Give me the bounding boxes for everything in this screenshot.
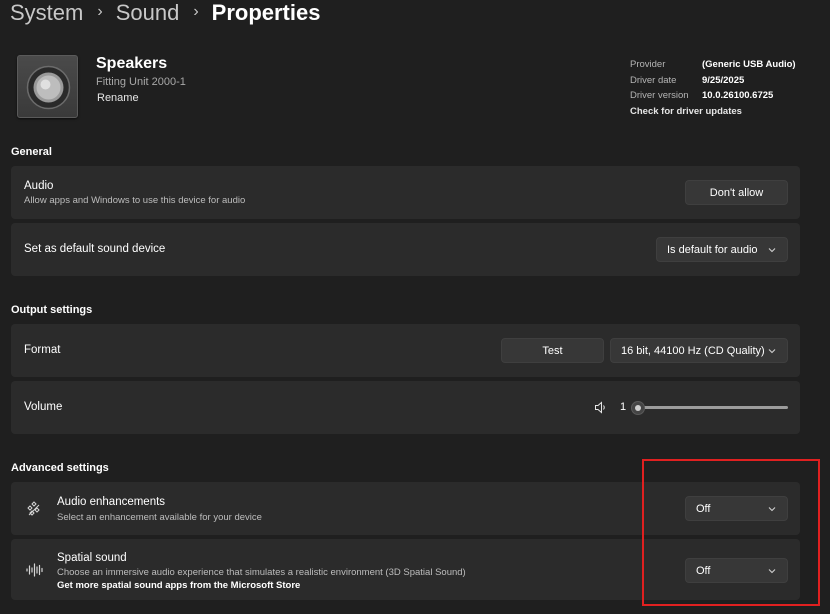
spatial-sound-card: Spatial sound Choose an immersive audio … [11,539,800,600]
spatial-sound-description: Choose an immersive audio experience tha… [57,567,466,578]
audio-description: Allow apps and Windows to use this devic… [24,195,246,206]
chevron-right-icon: › [97,3,103,20]
format-title: Format [24,344,61,356]
device-model: Fitting Unit 2000-1 [96,76,186,88]
volume-title: Volume [24,401,63,413]
chevron-down-icon [768,349,776,354]
audio-enhancements-value: Off [696,502,711,515]
enhancements-icon [27,501,40,516]
dont-allow-button[interactable]: Don't allow [685,180,788,205]
driver-version-value: 10.0.26100.6725 [702,90,774,102]
volume-icon[interactable] [594,401,608,414]
breadcrumb: System › Sound › Properties [10,0,320,29]
driver-date-value: 9/25/2025 [702,74,745,86]
audio-card: Audio Allow apps and Windows to use this… [11,166,800,219]
format-card: Format Test 16 bit, 44100 Hz (CD Quality… [11,324,800,377]
volume-slider-thumb[interactable] [631,401,645,415]
provider-label: Provider [630,59,666,71]
default-device-value: Is default for audio [667,243,758,256]
audio-title: Audio [24,180,54,192]
chevron-down-icon [768,248,776,253]
audio-enhancements-title: Audio enhancements [57,496,166,508]
microsoft-store-link[interactable]: Get more spatial sound apps from the Mic… [57,580,300,591]
audio-enhancements-description: Select an enhancement available for your… [57,512,262,523]
spatial-sound-value: Off [696,564,711,577]
chevron-down-icon [768,507,776,512]
format-value: 16 bit, 44100 Hz (CD Quality) [621,344,765,357]
page-title: Properties [211,0,321,25]
format-dropdown[interactable]: 16 bit, 44100 Hz (CD Quality) [610,338,788,363]
rename-link[interactable]: Rename [97,92,139,104]
spatial-sound-dropdown[interactable]: Off [685,558,788,583]
breadcrumb-sound[interactable]: Sound [116,0,180,26]
spatial-sound-icon [26,563,43,577]
driver-date-label: Driver date [630,74,677,86]
chevron-right-icon: › [193,3,199,20]
test-button[interactable]: Test [501,338,604,363]
spatial-sound-title: Spatial sound [57,552,127,564]
section-title-output: Output settings [11,304,93,316]
check-driver-updates-link[interactable]: Check for driver updates [630,104,796,120]
chevron-down-icon [768,569,776,574]
audio-enhancements-card: Audio enhancements Select an enhancement… [11,482,800,535]
default-device-dropdown[interactable]: Is default for audio [656,237,788,262]
volume-value: 1 [620,401,627,413]
default-device-title: Set as default sound device [24,243,166,255]
section-title-general: General [11,146,52,158]
driver-version-label: Driver version [630,90,689,102]
breadcrumb-system[interactable]: System [10,0,83,26]
default-device-card: Set as default sound device Is default f… [11,223,800,276]
speaker-device-icon [17,55,78,118]
device-name: Speakers [96,55,168,72]
volume-slider-track[interactable] [640,406,788,409]
section-title-advanced: Advanced settings [11,462,109,474]
audio-enhancements-dropdown[interactable]: Off [685,496,788,521]
provider-value: (Generic USB Audio) [702,59,796,71]
driver-info: Provider (Generic USB Audio) Driver date… [630,57,796,119]
